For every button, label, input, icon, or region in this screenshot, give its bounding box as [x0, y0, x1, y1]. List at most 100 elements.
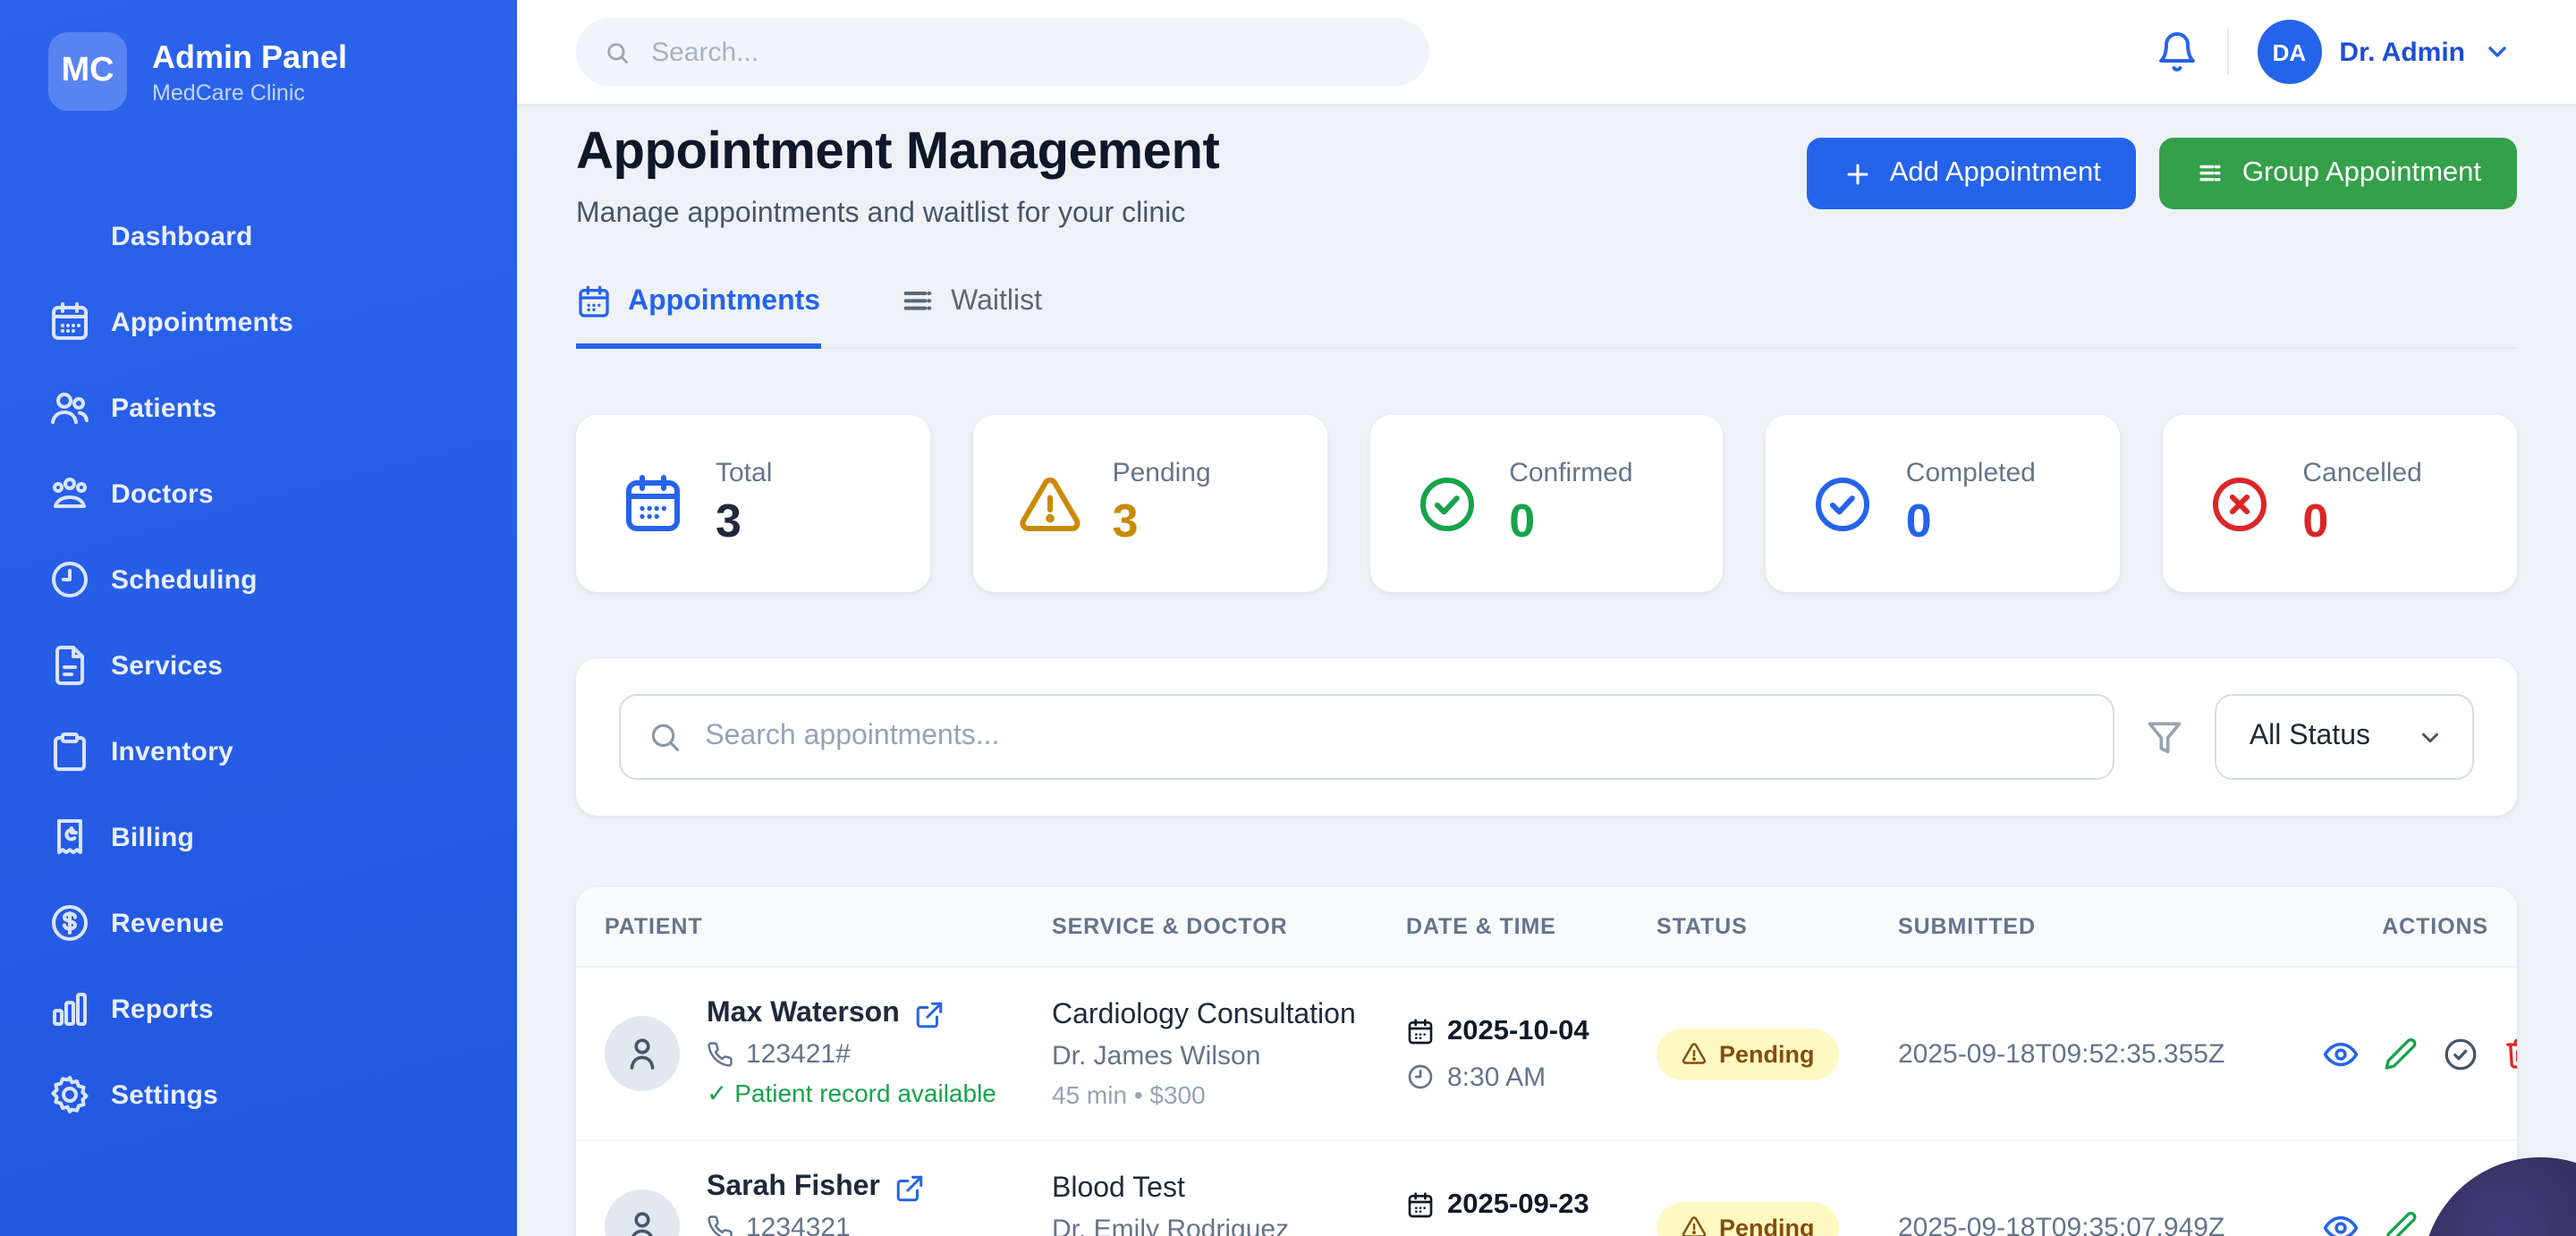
- stat-card-completed: Completed 0: [1767, 415, 2121, 592]
- list-icon: [2196, 158, 2226, 189]
- stat-value-total: 3: [716, 494, 772, 549]
- tab-appointments[interactable]: Appointments: [576, 284, 820, 349]
- chevron-down-icon: [2417, 724, 2444, 750]
- global-search[interactable]: [576, 18, 1429, 86]
- stat-card-pending: Pending 3: [973, 415, 1327, 592]
- sidebar-item-inventory[interactable]: Inventory: [0, 708, 517, 794]
- sidebar-item-reports[interactable]: Reports: [0, 966, 517, 1052]
- external-link-icon[interactable]: [894, 1173, 925, 1203]
- filter-funnel-icon[interactable]: [2146, 717, 2185, 757]
- page-title: Appointment Management: [576, 123, 1219, 182]
- add-appointment-button[interactable]: Add Appointment: [1808, 138, 2137, 209]
- view-icon[interactable]: [2322, 1035, 2360, 1072]
- sidebar-item-dashboard[interactable]: Dashboard: [0, 193, 517, 279]
- chevron-down-icon: [2483, 38, 2512, 66]
- sidebar-item-settings[interactable]: Settings: [0, 1052, 517, 1138]
- app-root: MC Admin Panel MedCare Clinic Dashboard …: [0, 0, 2576, 1236]
- x-circle-icon: [2207, 471, 2272, 536]
- warning-triangle-icon: [1682, 1041, 1707, 1066]
- warning-triangle-icon: [1682, 1215, 1707, 1236]
- calendar-icon: [576, 284, 612, 320]
- sidebar-item-patients[interactable]: Patients: [0, 365, 517, 451]
- table-row: Sarah Fisher 1234321 ✓ Patient record av…: [576, 1141, 2517, 1236]
- calendar-icon: [48, 301, 91, 343]
- receipt-icon: [48, 816, 91, 859]
- page-head: Appointment Management Manage appointmen…: [576, 123, 2517, 231]
- patient-avatar-icon: [605, 1189, 680, 1236]
- warning-triangle-icon: [1018, 471, 1082, 536]
- view-icon[interactable]: [2322, 1208, 2360, 1236]
- confirm-check-icon[interactable]: [2442, 1035, 2479, 1072]
- appointments-search[interactable]: [619, 694, 2115, 780]
- stat-card-total: Total 3: [576, 415, 930, 592]
- topbar-right: DA Dr. Admin: [2155, 20, 2512, 84]
- filter-card: All Status: [576, 658, 2517, 816]
- edit-pencil-icon[interactable]: [2383, 1209, 2419, 1236]
- global-search-input[interactable]: [648, 35, 1401, 69]
- appointment-time: 8:30 AM: [1447, 1062, 1546, 1092]
- app-title: Admin Panel: [152, 38, 347, 78]
- sidebar-item-scheduling[interactable]: Scheduling: [0, 537, 517, 622]
- service-meta: 45 min • $300: [1052, 1079, 1406, 1108]
- search-icon: [648, 719, 682, 755]
- external-link-icon[interactable]: [914, 999, 945, 1029]
- delete-trash-icon[interactable]: [2503, 1036, 2517, 1071]
- clock-icon: [48, 558, 91, 601]
- sidebar-item-revenue[interactable]: Revenue: [0, 880, 517, 966]
- appointments-search-input[interactable]: [701, 719, 2087, 755]
- notifications-bell-icon[interactable]: [2155, 30, 2198, 73]
- doctor-name: Dr. Emily Rodriguez: [1052, 1214, 1406, 1236]
- user-menu[interactable]: DA Dr. Admin: [2257, 20, 2512, 84]
- stat-value-cancelled: 0: [2302, 494, 2421, 549]
- blank-icon: [48, 215, 91, 258]
- status-badge: Pending: [1657, 1201, 1840, 1236]
- table-row: Max Waterson 123421# ✓ Patient record av…: [576, 968, 2517, 1141]
- bar-chart-icon: [48, 987, 91, 1030]
- patient-phone: 123421#: [746, 1039, 851, 1070]
- clinic-logo: MC: [48, 32, 127, 111]
- stat-value-completed: 0: [1906, 494, 2036, 549]
- stat-cards: Total 3 Pending 3 Confirmed 0: [576, 415, 2517, 592]
- doctor-name: Dr. James Wilson: [1052, 1040, 1406, 1071]
- stat-card-confirmed: Confirmed 0: [1369, 415, 1724, 592]
- check-circle-icon: [1811, 471, 1876, 536]
- appointments-table: Patient Service & Doctor Date & Time Sta…: [576, 887, 2517, 1236]
- status-filter-select[interactable]: All Status: [2216, 694, 2474, 780]
- status-badge: Pending: [1657, 1028, 1840, 1079]
- patient-record-note: ✓ Patient record available: [707, 1079, 996, 1109]
- calendar-icon: [1406, 1190, 1435, 1219]
- sidebar: MC Admin Panel MedCare Clinic Dashboard …: [0, 0, 517, 1236]
- sidebar-item-billing[interactable]: Billing: [0, 794, 517, 880]
- appointment-date: 2025-09-23: [1447, 1189, 1589, 1221]
- appointment-date: 2025-10-04: [1447, 1015, 1589, 1047]
- clock-icon: [1406, 1062, 1435, 1091]
- user-group-icon: [48, 472, 91, 515]
- page-subtitle: Manage appointments and waitlist for you…: [576, 199, 1219, 231]
- patient-name: Sarah Fisher: [707, 1172, 880, 1204]
- patient-name: Max Waterson: [707, 998, 900, 1030]
- tab-bar: Appointments Waitlist: [576, 284, 2517, 349]
- phone-icon: [707, 1215, 733, 1236]
- edit-pencil-icon[interactable]: [2383, 1036, 2419, 1071]
- gear-icon: [48, 1073, 91, 1116]
- users-icon: [48, 386, 91, 429]
- brand: MC Admin Panel MedCare Clinic: [0, 0, 517, 111]
- check-circle-icon: [1414, 471, 1479, 536]
- clinic-name: MedCare Clinic: [152, 81, 347, 106]
- submitted-timestamp: 2025-09-18T09:52:35.355Z: [1898, 1038, 2322, 1069]
- content: Appointment Management Manage appointmen…: [517, 104, 2576, 1236]
- table-header: Patient Service & Doctor Date & Time Sta…: [576, 887, 2517, 968]
- group-appointment-button[interactable]: Group Appointment: [2160, 138, 2517, 209]
- sidebar-item-appointments[interactable]: Appointments: [0, 279, 517, 365]
- clipboard-icon: [48, 730, 91, 773]
- patient-avatar-icon: [605, 1016, 680, 1091]
- sidebar-item-doctors[interactable]: Doctors: [0, 451, 517, 537]
- sidebar-item-services[interactable]: Services: [0, 622, 517, 708]
- main-area: DA Dr. Admin Appointment Management Mana…: [517, 0, 2576, 1236]
- sidebar-nav: Dashboard Appointments Patients Doctors …: [0, 193, 517, 1138]
- tab-waitlist[interactable]: Waitlist: [899, 284, 1042, 349]
- patient-phone: 1234321: [746, 1213, 851, 1236]
- user-avatar: DA: [2257, 20, 2321, 84]
- head-actions: Add Appointment Group Appointment: [1808, 138, 2517, 209]
- search-icon: [605, 38, 630, 65]
